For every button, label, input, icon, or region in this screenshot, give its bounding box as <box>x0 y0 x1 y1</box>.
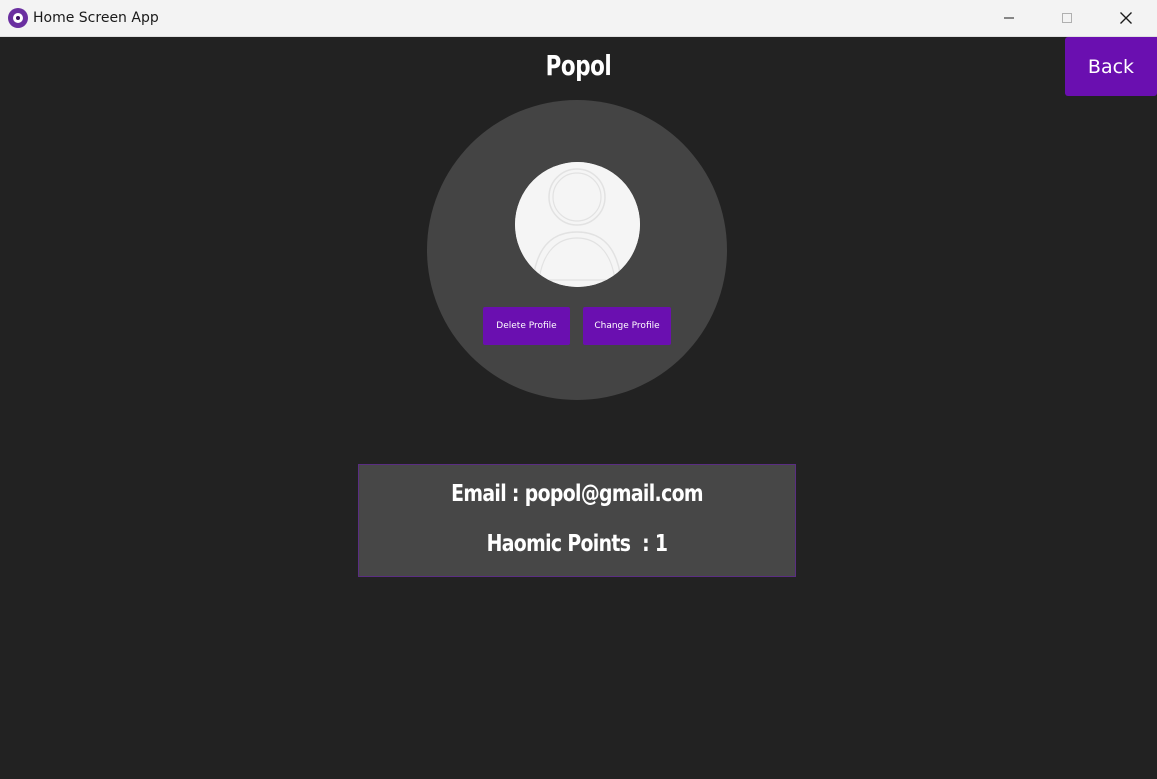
delete-profile-button[interactable]: Delete Profile <box>483 307 570 345</box>
window-title: Home Screen App <box>33 10 159 26</box>
profile-info-box: Email : popol@gmail.com Haomic Points : … <box>358 464 796 577</box>
app-window: Home Screen App Back Popol Delete Profil… <box>0 0 1157 779</box>
user-placeholder-icon <box>515 162 640 287</box>
profile-name: Popol <box>545 49 612 82</box>
maximize-icon <box>1062 13 1072 23</box>
minimize-icon <box>1004 17 1014 19</box>
maximize-button[interactable] <box>1038 0 1096 36</box>
profile-panel: Delete Profile Change Profile <box>427 100 727 400</box>
main-content: Back Popol Delete Profile Change Profile… <box>0 37 1157 779</box>
back-button[interactable]: Back <box>1065 37 1157 96</box>
close-icon <box>1120 12 1132 24</box>
avatar <box>515 162 640 287</box>
app-logo-icon <box>8 8 28 28</box>
minimize-button[interactable] <box>980 0 1038 36</box>
close-button[interactable] <box>1097 0 1155 36</box>
title-bar: Home Screen App <box>0 0 1157 37</box>
points-text: Haomic Points : 1 <box>486 531 668 557</box>
change-profile-button[interactable]: Change Profile <box>583 307 671 345</box>
email-text: Email : popol@gmail.com <box>451 481 703 507</box>
